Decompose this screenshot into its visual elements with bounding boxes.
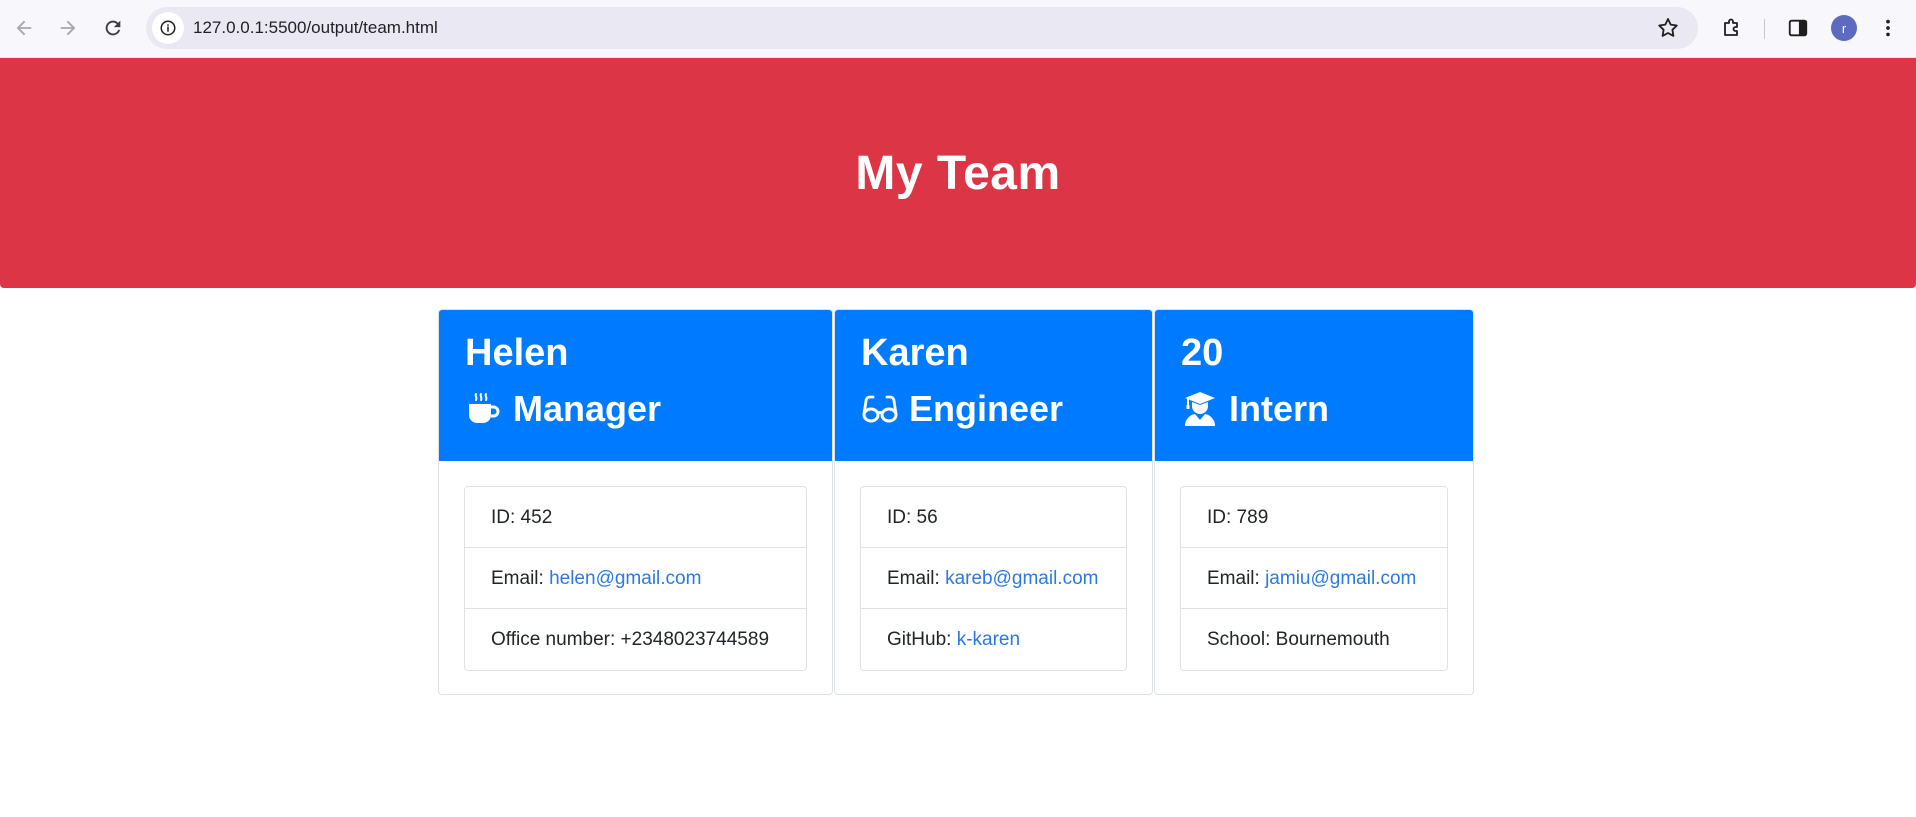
school: School: Bournemouth <box>1181 609 1447 670</box>
github-prefix: GitHub: <box>887 629 957 650</box>
email-link[interactable]: kareb@gmail.com <box>945 568 1098 589</box>
employee-details: ID: 56 Email: kareb@gmail.com GitHub: k-… <box>860 486 1127 671</box>
address-bar[interactable]: 127.0.0.1:5500/output/team.html <box>146 7 1698 49</box>
office-number-value: +2348023744589 <box>620 629 770 650</box>
email-prefix: Email: <box>1207 568 1266 589</box>
card-body: ID: 56 Email: kareb@gmail.com GitHub: k-… <box>835 461 1152 694</box>
employee-role: Engineer <box>861 384 1126 434</box>
forward-button[interactable] <box>50 10 86 46</box>
employee-card-intern: 20 Intern ID: 789 Email: jamiu@gmail.com… <box>1154 309 1474 695</box>
employee-name: 20 <box>1181 332 1224 374</box>
info-icon <box>160 20 176 36</box>
employee-email: Email: helen@gmail.com <box>465 548 806 609</box>
employee-card-manager: Helen Manager ID: 452 Email: helen@gmail… <box>438 309 833 695</box>
user-graduate-icon <box>1181 390 1219 428</box>
glasses-icon <box>861 390 899 428</box>
employee-role: Manager <box>465 384 806 434</box>
side-panel-icon <box>1788 19 1808 37</box>
employee-email: Email: kareb@gmail.com <box>861 548 1126 609</box>
card-header: Karen Engineer <box>835 310 1152 461</box>
role-label: Engineer <box>909 388 1064 429</box>
email-link[interactable]: jamiu@gmail.com <box>1265 568 1416 589</box>
card-header: Helen Manager <box>439 310 832 461</box>
employee-card-engineer: Karen Engineer ID: 56 Email: kareb@gmail… <box>834 309 1153 695</box>
back-button[interactable] <box>6 10 42 46</box>
page-header: My Team <box>0 58 1916 288</box>
employee-email: Email: jamiu@gmail.com <box>1181 548 1447 609</box>
card-header: 20 Intern <box>1155 310 1473 461</box>
browser-toolbar: 127.0.0.1:5500/output/team.html r <box>0 0 1916 58</box>
school-value: Bournemouth <box>1275 629 1390 650</box>
puzzle-icon <box>1724 18 1738 36</box>
mug-hot-icon <box>465 390 503 428</box>
toolbar-divider <box>1764 19 1765 39</box>
bookmark-star-icon[interactable] <box>1656 16 1680 40</box>
card-body: ID: 452 Email: helen@gmail.com Office nu… <box>439 461 832 694</box>
employee-role: Intern <box>1181 384 1447 434</box>
role-label: Intern <box>1229 388 1330 429</box>
page-title: My Team <box>855 146 1061 200</box>
email-prefix: Email: <box>491 568 550 589</box>
employee-details: ID: 452 Email: helen@gmail.com Office nu… <box>464 486 807 671</box>
email-link[interactable]: helen@gmail.com <box>549 568 701 589</box>
reload-button[interactable] <box>95 10 131 46</box>
github-link[interactable]: k-karen <box>957 629 1020 650</box>
arrow-right-icon <box>60 20 76 36</box>
github: GitHub: k-karen <box>861 609 1126 670</box>
employee-details: ID: 789 Email: jamiu@gmail.com School: B… <box>1180 486 1448 671</box>
site-info-button[interactable] <box>152 12 184 44</box>
profile-avatar[interactable]: r <box>1831 15 1857 41</box>
reload-icon <box>105 20 121 36</box>
url-text[interactable]: 127.0.0.1:5500/output/team.html <box>193 18 438 38</box>
employee-name: Helen <box>465 332 569 374</box>
office-number: Office number: +2348023744589 <box>465 609 806 670</box>
browser-menu-button[interactable] <box>1874 14 1902 42</box>
role-label: Manager <box>513 388 662 429</box>
extensions-button[interactable] <box>1718 14 1746 42</box>
office-number-prefix: Office number: <box>491 629 621 650</box>
team-cards: Helen Manager ID: 452 Email: helen@gmail… <box>438 309 1475 695</box>
employee-name: Karen <box>861 332 969 374</box>
email-prefix: Email: <box>887 568 946 589</box>
card-body: ID: 789 Email: jamiu@gmail.com School: B… <box>1155 461 1473 694</box>
arrow-left-icon <box>16 20 32 36</box>
employee-id: ID: 56 <box>861 487 1126 548</box>
more-vert-icon <box>1886 19 1890 37</box>
school-prefix: School: <box>1207 629 1276 650</box>
employee-id: ID: 789 <box>1181 487 1447 548</box>
employee-id: ID: 452 <box>465 487 806 548</box>
side-panel-button[interactable] <box>1784 14 1812 42</box>
